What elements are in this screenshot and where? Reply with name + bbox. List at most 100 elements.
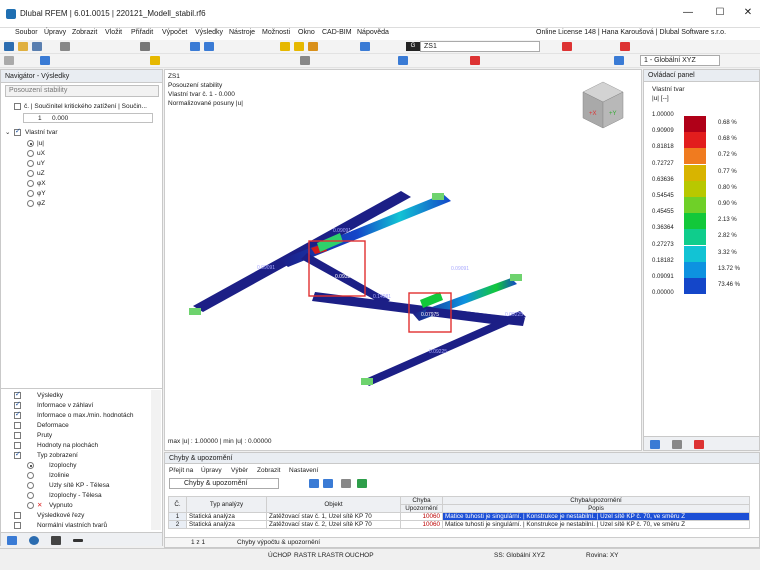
settings-tab-icon[interactable] — [694, 440, 704, 449]
legend-value: 1.00000 — [652, 112, 674, 118]
display-icon[interactable] — [398, 56, 408, 65]
expand-icon[interactable]: ⌄ — [5, 128, 10, 136]
render-icon[interactable] — [470, 56, 480, 65]
option-uz-radio[interactable] — [27, 170, 34, 177]
errors-menu-view[interactable]: Zobrazit — [257, 467, 280, 474]
factor-selector[interactable]: 1 0.000 — [23, 113, 153, 123]
isosurfaces-radio[interactable] — [27, 462, 34, 469]
status-osnap[interactable]: OUCHOP — [345, 552, 374, 559]
table-row[interactable]: 1 Statická analýza Zatěžovací stav č. 1,… — [168, 512, 750, 521]
menu-soubor[interactable]: Soubor — [15, 29, 38, 36]
legend-value: 0.36364 — [652, 225, 674, 232]
minimize-button[interactable]: — — [680, 6, 696, 20]
col-object-header: Objekt — [266, 496, 401, 513]
display-type-checkbox[interactable] — [14, 450, 21, 459]
filter-icon[interactable] — [150, 56, 160, 65]
results-tab-icon[interactable] — [73, 539, 83, 542]
views-tab-icon[interactable] — [51, 536, 61, 545]
option-u-radio[interactable] — [27, 140, 34, 147]
model-drawing: 0.09091 0.09091 0.14981 0.09091 0.09225 … — [189, 191, 526, 386]
errors-menu-select[interactable]: Výběr — [231, 467, 248, 474]
option-phix-radio[interactable] — [27, 180, 34, 187]
filter-tab-icon[interactable] — [672, 440, 682, 449]
isosurfaces-solids-radio[interactable] — [27, 492, 34, 499]
select-icon[interactable] — [4, 56, 14, 65]
errors-tool-1-icon[interactable] — [309, 479, 319, 488]
header-info-checkbox[interactable] — [14, 400, 21, 409]
status-lgrid[interactable]: LRASTR — [318, 552, 344, 559]
axes-icon[interactable] — [614, 56, 624, 65]
view-2-icon[interactable] — [204, 42, 214, 51]
node-icon[interactable] — [620, 42, 630, 51]
legend-percent: 73.46 % — [718, 282, 741, 288]
load-2-icon[interactable] — [294, 42, 304, 51]
view-cube[interactable]: +X +Y — [577, 78, 629, 132]
isolines-radio[interactable] — [27, 472, 34, 479]
save-icon[interactable] — [32, 42, 42, 51]
close-button[interactable]: ✕ — [740, 6, 756, 20]
new-icon[interactable] — [4, 42, 14, 51]
errors-tool-2-icon[interactable] — [323, 479, 333, 488]
mesh-nodes-solids-radio[interactable] — [27, 482, 34, 489]
errors-filter-select[interactable]: Chyby & upozornění — [169, 478, 279, 489]
data-tab-icon[interactable] — [7, 536, 17, 545]
mode-shape-checkbox[interactable] — [14, 127, 21, 136]
factor-checkbox[interactable] — [14, 103, 21, 110]
result-sections-checkbox[interactable] — [14, 512, 21, 519]
row-no: 2 — [168, 520, 187, 529]
display-tab-icon[interactable] — [29, 536, 39, 545]
maxmin-info-checkbox[interactable] — [14, 410, 21, 419]
menu-okno[interactable]: Okno — [298, 29, 315, 36]
errors-menu-settings[interactable]: Nastavení — [289, 467, 318, 474]
errors-tool-3-icon[interactable] — [341, 479, 351, 488]
coord-system-select[interactable]: 1 - Globální XYZ — [640, 55, 720, 66]
navigator-scrollbar[interactable] — [151, 390, 161, 530]
status-snap[interactable]: ÚCHOP — [268, 552, 291, 559]
calc-icon[interactable] — [308, 42, 318, 51]
menu-moznosti[interactable]: Možnosti — [262, 29, 290, 36]
section-icon[interactable] — [300, 56, 310, 65]
option-u-label: |u| — [37, 140, 44, 147]
errors-tab[interactable]: Chyby výpočtu & upozornění — [237, 539, 320, 546]
errors-menu-edit[interactable]: Úpravy — [201, 467, 222, 474]
surface-values-checkbox[interactable] — [14, 442, 21, 449]
maximize-button[interactable]: ☐ — [712, 6, 728, 20]
loadcase-select[interactable]: ZS1 — [420, 41, 540, 52]
member-icon[interactable] — [562, 42, 572, 51]
menu-upravy[interactable]: Úpravy — [44, 29, 66, 36]
menu-nastroje[interactable]: Nástroje — [229, 29, 255, 36]
app-logo-icon — [6, 9, 16, 19]
option-phiz-radio[interactable] — [27, 200, 34, 207]
option-ux-radio[interactable] — [27, 150, 34, 157]
grid-icon[interactable] — [40, 56, 50, 65]
view-icon[interactable] — [190, 42, 200, 51]
undo-icon[interactable] — [140, 42, 150, 51]
menu-zobrazit[interactable]: Zobrazit — [72, 29, 97, 36]
table-row[interactable]: 2 Statická analýza Zatěžovací stav č. 2,… — [168, 520, 750, 529]
svg-text:+X: +X — [589, 111, 597, 117]
excel-export-icon[interactable] — [357, 479, 367, 488]
option-uy-radio[interactable] — [27, 160, 34, 167]
menu-napoveda[interactable]: Nápověda — [357, 29, 389, 36]
load-icon[interactable] — [280, 42, 290, 51]
navigator-dropdown[interactable]: Posouzení stability — [5, 85, 159, 97]
scale-tab-icon[interactable] — [650, 440, 660, 449]
menu-vysledky[interactable]: Výsledky — [195, 29, 223, 36]
menu-vlozit[interactable]: Vložit — [105, 29, 122, 36]
option-phiy-radio[interactable] — [27, 190, 34, 197]
viewport[interactable]: ZS1 Posouzení stability Vlastní tvar č. … — [164, 69, 642, 451]
print-icon[interactable] — [60, 42, 70, 51]
g-badge[interactable]: G — [406, 42, 420, 51]
menu-cad-bim[interactable]: CAD-BIM — [322, 29, 352, 36]
results-checkbox[interactable] — [14, 390, 21, 399]
menu-vypocet[interactable]: Výpočet — [162, 29, 187, 36]
open-icon[interactable] — [18, 42, 28, 51]
members-checkbox[interactable] — [14, 432, 21, 439]
mode-norm-checkbox[interactable] — [14, 522, 21, 529]
deformation-checkbox[interactable] — [14, 422, 21, 429]
errors-menu-goto[interactable]: Přejít na — [169, 467, 193, 474]
off-radio[interactable] — [27, 502, 34, 509]
menu-priradit[interactable]: Přiřadit — [131, 29, 153, 36]
results-icon[interactable] — [360, 42, 370, 51]
status-grid[interactable]: RASTR — [294, 552, 316, 559]
